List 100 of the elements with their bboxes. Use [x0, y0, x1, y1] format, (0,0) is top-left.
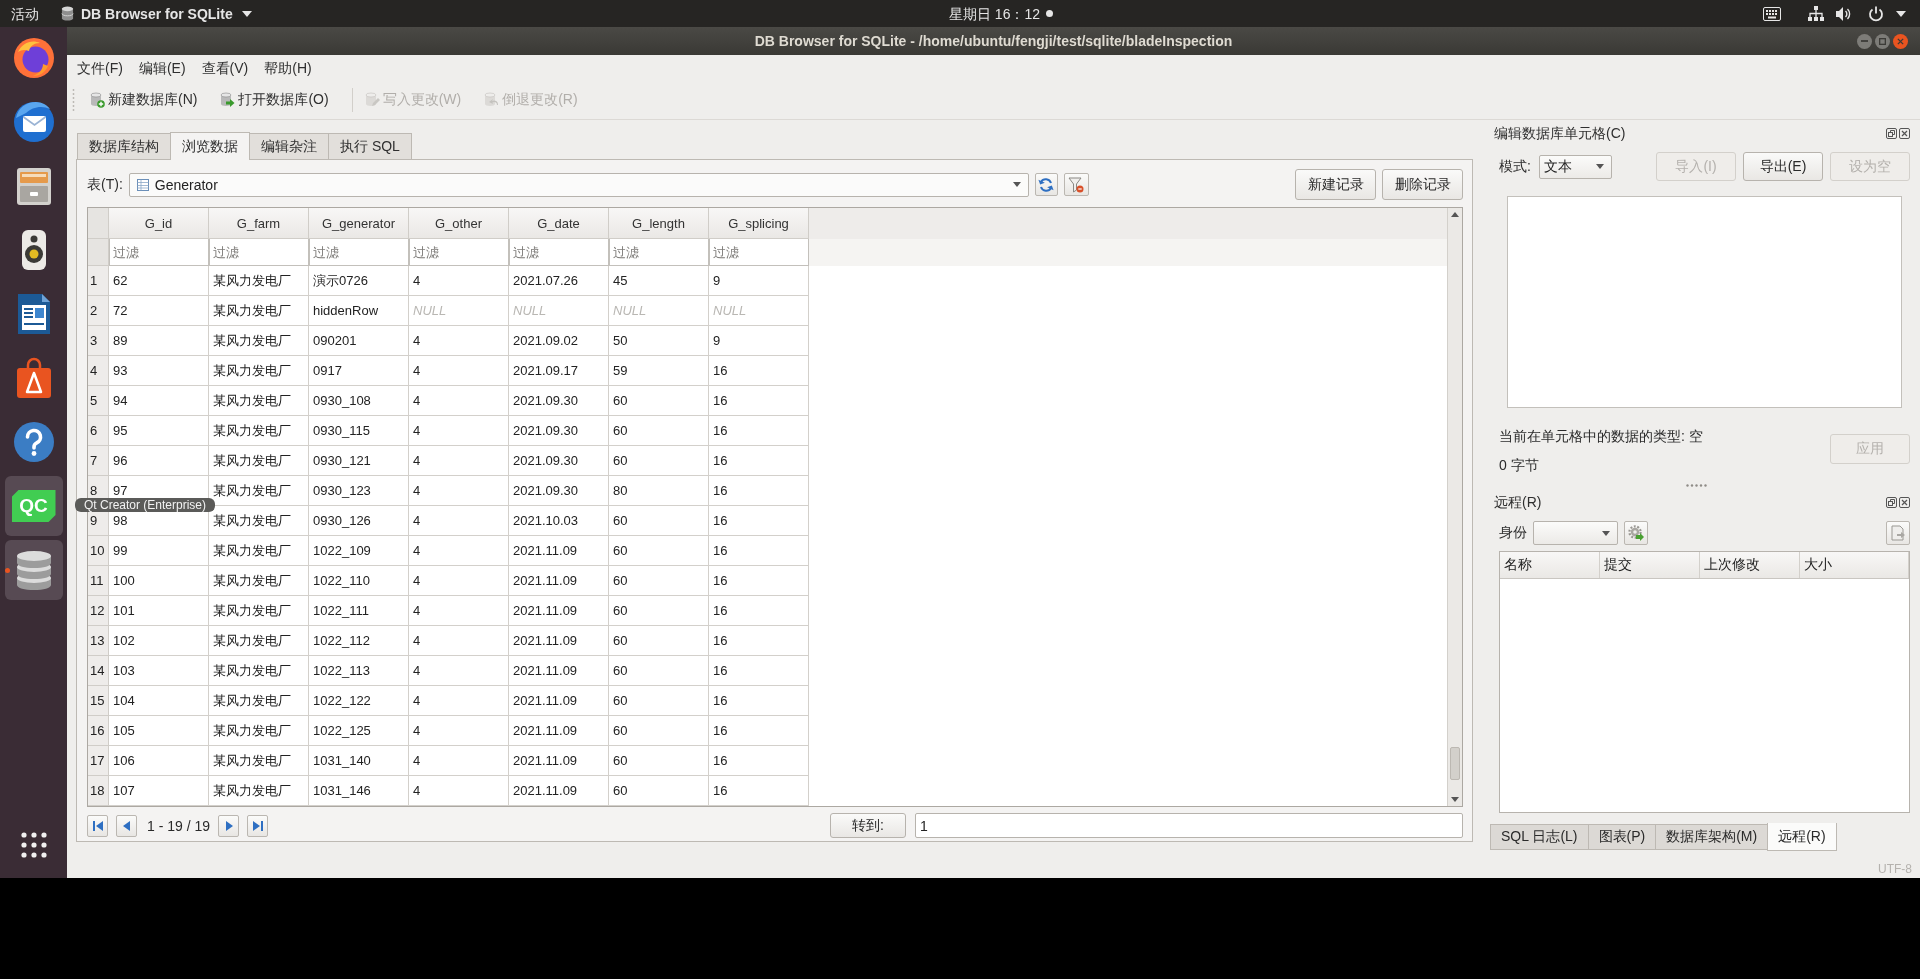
- app-grid-icon[interactable]: [20, 832, 47, 858]
- filter-field[interactable]: 过滤: [609, 239, 709, 266]
- table-icon: [136, 178, 149, 191]
- row-number[interactable]: 18: [88, 776, 109, 806]
- close-icon[interactable]: [1899, 128, 1910, 139]
- field-label: 身份: [1499, 524, 1527, 542]
- menu-item[interactable]: 文件(F): [69, 57, 131, 78]
- clear-filter-button[interactable]: [1063, 173, 1089, 196]
- column-header[interactable]: G_id: [109, 208, 209, 239]
- notification-dot-icon: [1046, 10, 1053, 17]
- row-number[interactable]: 12: [88, 596, 109, 626]
- table-cell: 2021.11.09: [509, 536, 609, 566]
- scrollbar[interactable]: [1447, 208, 1462, 806]
- column-header[interactable]: G_date: [509, 208, 609, 239]
- column-header[interactable]: 名称: [1500, 552, 1600, 578]
- close-button[interactable]: [1893, 33, 1908, 49]
- row-number[interactable]: 7: [88, 446, 109, 476]
- dock-item[interactable]: [4, 540, 63, 600]
- column-header[interactable]: G_farm: [209, 208, 309, 239]
- table-cell: 60: [609, 386, 709, 416]
- row-number[interactable]: 15: [88, 686, 109, 716]
- scrollbar-thumb[interactable]: [1450, 747, 1460, 780]
- row-number[interactable]: 11: [88, 566, 109, 596]
- caret-icon: [241, 10, 252, 17]
- row-number[interactable]: 2: [88, 296, 109, 326]
- row-number[interactable]: 6: [88, 416, 109, 446]
- tab[interactable]: 浏览数据: [170, 132, 250, 160]
- filter-field[interactable]: 过滤: [209, 239, 309, 266]
- next-icon: [223, 820, 234, 831]
- page-range-label: 1 - 19 / 19: [147, 817, 211, 834]
- keyboard-icon[interactable]: [1763, 6, 1781, 21]
- row-number[interactable]: 10: [88, 536, 109, 566]
- new-record-button[interactable]: 新建记录: [1295, 169, 1376, 200]
- column-header[interactable]: 大小: [1800, 552, 1909, 578]
- tab[interactable]: 编辑杂注: [249, 133, 329, 159]
- tab[interactable]: SQL 日志(L): [1490, 824, 1589, 850]
- toolbar-button[interactable]: 新建数据库(N): [86, 86, 201, 113]
- menu-item[interactable]: 帮助(H): [256, 57, 320, 78]
- table-cell: 2021.09.30: [509, 476, 609, 506]
- menu-item[interactable]: 查看(V): [193, 57, 257, 78]
- table-cell: 60: [609, 626, 709, 656]
- mode-select[interactable]: 文本: [1538, 154, 1612, 179]
- column-header[interactable]: 提交: [1600, 552, 1700, 578]
- app-menu-button[interactable]: DB Browser for SQLite: [61, 3, 252, 24]
- filter-field[interactable]: 过滤: [509, 239, 609, 266]
- column-header[interactable]: 上次修改: [1700, 552, 1800, 578]
- filter-clear-icon: [1068, 176, 1085, 193]
- tab[interactable]: 执行 SQL: [328, 133, 412, 159]
- toolbar-grip[interactable]: [72, 88, 75, 111]
- float-icon[interactable]: [1886, 128, 1897, 139]
- tab[interactable]: 数据库架构(M): [1655, 824, 1769, 850]
- row-number[interactable]: 13: [88, 626, 109, 656]
- row-number[interactable]: 16: [88, 716, 109, 746]
- column-header[interactable]: G_other: [409, 208, 509, 239]
- activities-button[interactable]: 活动: [11, 3, 39, 24]
- goto-button[interactable]: 转到:: [830, 813, 906, 838]
- row-number[interactable]: 4: [88, 356, 109, 386]
- filter-field[interactable]: 过滤: [709, 239, 809, 266]
- splitter-handle[interactable]: [1686, 484, 1708, 487]
- column-header[interactable]: G_length: [609, 208, 709, 239]
- maximize-button[interactable]: [1875, 33, 1890, 49]
- gear-button[interactable]: [1624, 521, 1648, 545]
- filter-field[interactable]: 过滤: [109, 239, 209, 266]
- filter-field[interactable]: 过滤: [409, 239, 509, 266]
- export-button[interactable]: 导出(E): [1743, 152, 1823, 181]
- filter-field[interactable]: 过滤: [309, 239, 409, 266]
- row-number[interactable]: 17: [88, 746, 109, 776]
- tab[interactable]: 远程(R): [1767, 823, 1837, 851]
- row-number[interactable]: 1: [88, 266, 109, 296]
- previous-page-button[interactable]: [116, 814, 137, 837]
- minimize-button[interactable]: [1857, 33, 1872, 49]
- clock-button[interactable]: 星期日 16：12: [948, 3, 1053, 24]
- cell-editor-field[interactable]: [1507, 196, 1902, 408]
- row-number[interactable]: 14: [88, 656, 109, 686]
- refresh-button[interactable]: [1034, 173, 1058, 196]
- tab[interactable]: 图表(P): [1587, 824, 1657, 850]
- help-icon: [11, 420, 56, 464]
- database-plus-icon: [89, 91, 105, 108]
- row-number[interactable]: 3: [88, 326, 109, 356]
- table-cell: 4: [409, 326, 509, 356]
- table-cell: 某风力发电厂: [209, 716, 309, 746]
- next-page-button[interactable]: [218, 814, 240, 837]
- row-number[interactable]: 5: [88, 386, 109, 416]
- menu-item[interactable]: 编辑(E): [130, 57, 194, 78]
- table-cell: 104: [109, 686, 209, 716]
- delete-record-button[interactable]: 删除记录: [1382, 169, 1463, 200]
- field-label: 模式:: [1499, 157, 1531, 176]
- last-page-button[interactable]: [247, 814, 269, 837]
- table-cell: 60: [609, 566, 709, 596]
- float-icon[interactable]: [1886, 497, 1897, 508]
- goto-field[interactable]: 1: [915, 813, 1463, 838]
- close-icon[interactable]: [1899, 497, 1910, 508]
- first-page-button[interactable]: [87, 814, 108, 837]
- table-cell: 60: [609, 596, 709, 626]
- tab[interactable]: 数据库结构: [77, 133, 171, 159]
- column-header[interactable]: G_generator: [309, 208, 409, 239]
- table-select[interactable]: Generator: [128, 172, 1029, 197]
- toolbar-button[interactable]: 打开数据库(O): [216, 86, 332, 113]
- system-menu-button[interactable]: [1808, 5, 1906, 22]
- column-header[interactable]: G_splicing: [709, 208, 809, 239]
